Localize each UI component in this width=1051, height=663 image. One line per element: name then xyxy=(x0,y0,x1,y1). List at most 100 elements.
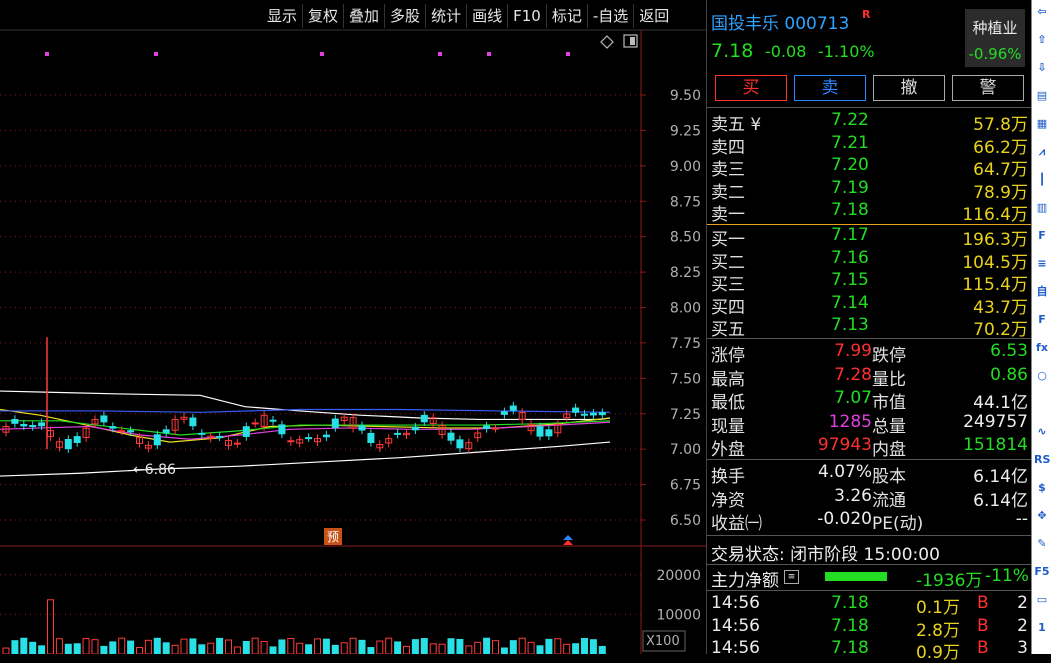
sell-button[interactable]: 卖 xyxy=(794,75,866,101)
price-tick-label: 7.25 xyxy=(670,407,701,423)
blank-icon[interactable] xyxy=(1034,396,1050,412)
volume-bar xyxy=(2,647,10,655)
order-level[interactable]: 买四 7.14 43.7万 xyxy=(707,293,1032,318)
toolbar-item[interactable]: 统计 xyxy=(425,4,466,28)
order-level[interactable]: 卖四 7.21 66.2万 xyxy=(707,133,1032,158)
tick-time: 14:56 xyxy=(711,638,760,658)
volume-bar xyxy=(367,647,375,655)
pencil-icon[interactable]: ✎ xyxy=(1034,536,1050,552)
self-select-icon[interactable]: 自 xyxy=(1034,284,1050,300)
down-arrow-icon[interactable]: ⇩ xyxy=(1034,60,1050,76)
toolbar-item[interactable]: 叠加 xyxy=(343,4,384,28)
tick-row[interactable]: 14:56 7.18 0.1万 B 2 xyxy=(707,593,1032,618)
tick-time: 14:56 xyxy=(711,593,760,613)
toolbar-item[interactable]: -自选 xyxy=(586,4,633,28)
candle-body xyxy=(581,413,588,416)
stats-row: 外盘 97943 内盘 151814 xyxy=(707,435,1032,460)
toolbar-item[interactable]: 标记 xyxy=(545,4,587,28)
order-level[interactable]: 卖一 7.18 116.4万 xyxy=(707,200,1032,225)
volume-bar xyxy=(474,641,482,655)
wave-icon[interactable]: ∿ xyxy=(1034,424,1050,440)
stats-row: 现量 1285 总量 249757 xyxy=(707,412,1032,437)
industry-name: 种植业 xyxy=(972,19,1018,37)
order-level[interactable]: 卖五 ¥ 7.22 57.8万 xyxy=(707,110,1032,135)
search-icon[interactable]: ○ xyxy=(1034,368,1050,384)
volume-bar xyxy=(589,639,597,655)
table-icon[interactable]: ▦ xyxy=(1034,116,1050,132)
stats-row: 最高 7.28 量比 0.86 xyxy=(707,364,1032,390)
event-arrow-icon xyxy=(563,540,573,545)
volume-bar xyxy=(411,639,419,655)
line-chart-icon[interactable]: ⩘ xyxy=(1034,144,1050,160)
move-icon[interactable]: ✥ xyxy=(1034,508,1050,524)
toolbar-item[interactable]: 复权 xyxy=(302,4,343,28)
candle-body xyxy=(322,434,330,438)
toolbar-item[interactable]: 画线 xyxy=(466,4,507,28)
volume-bar xyxy=(563,643,571,655)
volume-bar xyxy=(518,637,526,655)
candle-body xyxy=(29,425,37,428)
stat-label: 总量 xyxy=(872,416,906,437)
volume-bar xyxy=(331,644,339,655)
order-level[interactable]: 买一 7.17 196.3万 xyxy=(707,225,1032,250)
industry-box[interactable]: 种植业 -0.96% xyxy=(965,9,1025,67)
news-icon[interactable]: ≡ xyxy=(1034,256,1050,272)
list-icon[interactable]: ▤ xyxy=(1034,88,1050,104)
dollar-icon[interactable]: $ xyxy=(1034,480,1050,496)
tick-row[interactable]: 14:56 7.18 2.8万 B 2 xyxy=(707,616,1032,641)
stat-value: 7.28 xyxy=(834,364,872,385)
fund-value: 6.14亿 xyxy=(973,490,1028,511)
fund-label: PE(动) xyxy=(872,514,924,534)
up-arrow-icon[interactable]: ⇧ xyxy=(1034,32,1050,48)
stat-label: 市值 xyxy=(872,393,906,413)
ma-line xyxy=(0,408,611,443)
toolbar-item[interactable]: 多股 xyxy=(384,4,425,28)
order-level[interactable]: 卖三 7.20 64.7万 xyxy=(707,155,1032,180)
candle-body xyxy=(536,426,544,437)
formula-icon[interactable]: F xyxy=(1034,312,1050,328)
alert-button[interactable]: 警 xyxy=(952,75,1024,101)
cancel-order-button[interactable]: 撤 xyxy=(873,75,945,101)
stock-title: 国投丰乐 000713 xyxy=(711,9,849,34)
fund-value: 3.26 xyxy=(834,485,872,506)
toolbar-item[interactable]: 返回 xyxy=(633,4,674,28)
volume-bar xyxy=(11,640,19,655)
fx-icon[interactable]: fx xyxy=(1034,340,1050,356)
volume-bar xyxy=(100,645,108,655)
order-level[interactable]: 卖二 7.19 78.9万 xyxy=(707,178,1032,203)
order-level[interactable]: 买三 7.15 115.4万 xyxy=(707,270,1032,295)
level-volume: 70.2万 xyxy=(973,320,1028,340)
f10-icon[interactable]: F xyxy=(1034,228,1050,244)
volume-bar xyxy=(38,645,46,655)
candle-body xyxy=(38,422,46,427)
kline-chart-area[interactable]: 9.50 9.25 9.00 8.75 8.50 8.25 8.00 7.75 7.50 7.25… xyxy=(0,0,706,655)
price-tick-label: 7.00 xyxy=(670,442,701,458)
toolbar-item[interactable]: 显示 xyxy=(262,4,302,28)
order-level[interactable]: 买五 7.13 70.2万 xyxy=(707,315,1032,340)
back-icon[interactable]: ⇦ xyxy=(1034,4,1050,20)
candle-body xyxy=(189,417,197,427)
order-level[interactable]: 买二 7.16 104.5万 xyxy=(707,248,1032,273)
grid-icon[interactable]: ▥ xyxy=(1034,200,1050,216)
rss-icon[interactable]: RS xyxy=(1034,452,1050,468)
toolbar-item[interactable]: F10 xyxy=(507,4,546,28)
kline-chart[interactable]: 9.50 9.25 9.00 8.75 8.50 8.25 8.00 7.75 7.50 7.25… xyxy=(0,0,706,655)
volume-bar xyxy=(581,638,588,655)
volume-bar xyxy=(545,638,553,655)
fundamental-row: 换手 4.07% 股本 6.14亿 xyxy=(707,462,1032,487)
buy-button[interactable]: 买 xyxy=(715,75,787,101)
one-icon[interactable]: 1 xyxy=(1034,620,1050,636)
main-flow-pct: -11% xyxy=(985,566,1029,586)
r-badge: R xyxy=(862,8,871,21)
candle-chart-icon[interactable]: ┃ xyxy=(1034,172,1050,188)
f5-icon[interactable]: F5 xyxy=(1034,564,1050,580)
tick-row[interactable]: 14:56 7.18 0.9万 B 3 xyxy=(707,638,1032,663)
level-volume: 104.5万 xyxy=(962,252,1028,273)
window-icon[interactable]: ▭ xyxy=(1034,592,1050,608)
candle-body xyxy=(394,432,402,435)
mid-divider xyxy=(707,224,1032,225)
tick-volume: 0.1万 xyxy=(915,598,960,618)
stat-value: 44.1亿 xyxy=(973,393,1028,413)
main-flow-detail-icon[interactable]: ≡ xyxy=(784,570,799,584)
volume-bar xyxy=(287,637,295,655)
